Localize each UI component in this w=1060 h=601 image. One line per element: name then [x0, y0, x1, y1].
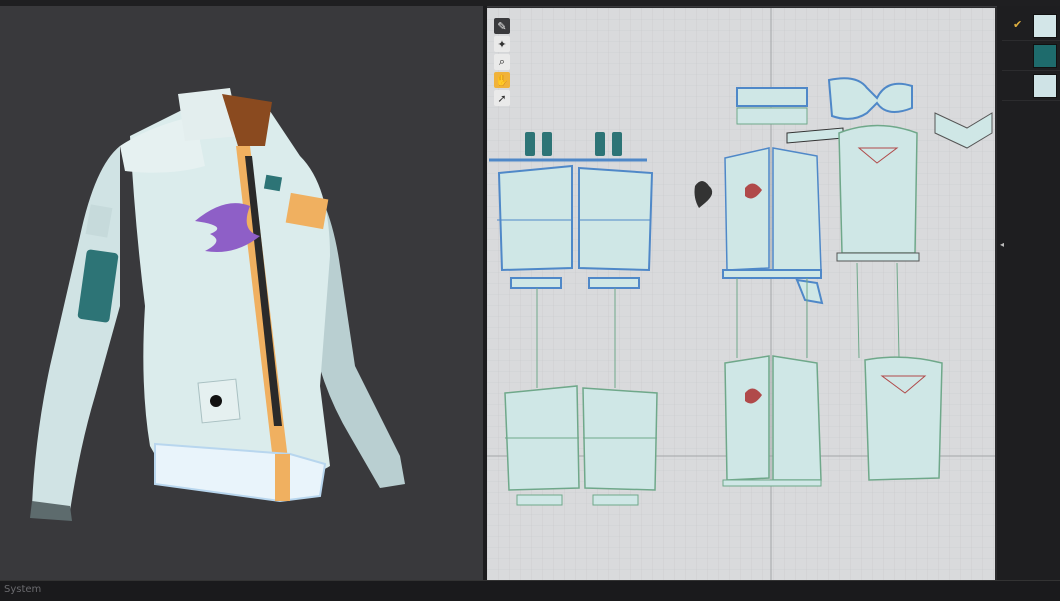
select-icon[interactable]: ➚ [494, 90, 510, 106]
edit-pattern-icon[interactable]: ✦ [494, 36, 510, 52]
2d-pattern-viewport[interactable]: ✎ ✦ ⌕ ✋ ➚ [487, 8, 995, 580]
fabric-swatch-teal[interactable] [1033, 44, 1057, 68]
3d-jacket-render [30, 88, 405, 521]
fabric-swatch-white[interactable] [1033, 14, 1057, 38]
hand-pan-icon[interactable]: ✋ [494, 72, 510, 88]
check-icon: ✔ [1013, 18, 1023, 31]
3d-viewport[interactable] [0, 6, 483, 580]
pattern-canvas [487, 8, 995, 580]
fabric-swatch-light[interactable] [1033, 74, 1057, 98]
fabric-row-divider [1002, 40, 1060, 41]
fabric-row-divider [1002, 100, 1060, 101]
status-bar: System [0, 580, 1060, 601]
pen-tool-icon[interactable]: ✎ [494, 18, 510, 34]
panel-splitter-handle[interactable]: ◂ [1000, 240, 1060, 250]
status-text: System [4, 584, 42, 595]
fabric-row-divider [1002, 70, 1060, 71]
zoom-icon[interactable]: ⌕ [494, 54, 510, 70]
